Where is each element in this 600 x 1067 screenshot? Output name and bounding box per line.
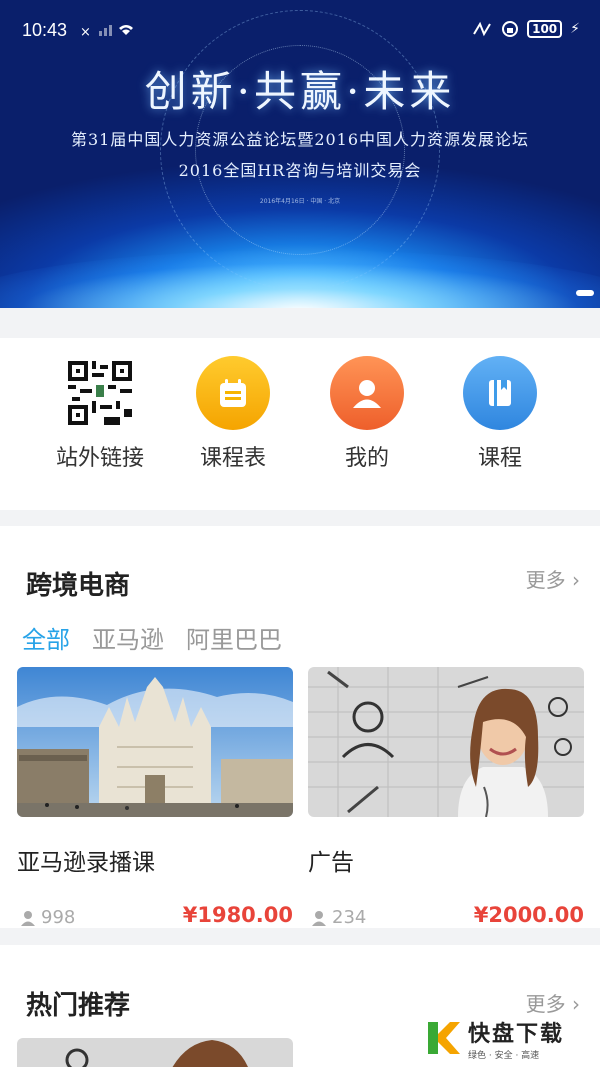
watermark-slogan: 绿色 · 安全 · 高速 <box>468 1050 540 1061</box>
course-card[interactable]: 广告 234 ¥2000.00 <box>308 667 584 933</box>
chevron-right-icon: › <box>572 992 580 1016</box>
quick-item-schedule[interactable]: 课程表 <box>163 356 303 472</box>
banner-small-text: 2016年4月16日 · 中国 · 北京 <box>259 198 341 205</box>
user-icon <box>312 910 326 926</box>
course-meta: 998 ¥1980.00 <box>17 903 293 933</box>
battery-icon: 100 <box>527 20 563 38</box>
qr-code-icon <box>63 356 137 430</box>
charging-icon: ⚡ <box>570 21 580 37</box>
user-icon <box>330 356 404 430</box>
course-name: 广告 <box>308 850 354 876</box>
course-price: ¥1980.00 <box>182 903 293 927</box>
carousel-indicator[interactable] <box>576 290 594 296</box>
nfc-icon <box>473 21 491 37</box>
quick-item-label: 站外链接 <box>55 446 144 471</box>
user-icon <box>21 910 35 926</box>
chevron-right-icon: › <box>572 568 580 592</box>
course-image <box>308 667 584 817</box>
course-image[interactable] <box>17 1038 293 1067</box>
more-label: 更多 <box>525 568 566 592</box>
k-logo-icon <box>428 1022 460 1054</box>
more-link[interactable]: 更多 › <box>526 988 580 1017</box>
course-card[interactable]: 亚马逊录播课 998 ¥1980.00 <box>17 667 293 933</box>
status-bar: 10:43 × 100 ⚡ <box>0 0 600 60</box>
watermark-text: 快盘下载 绿色 · 安全 · 高速 <box>468 1016 564 1061</box>
category-tabs: 全部 亚马逊 阿里巴巴 <box>22 620 282 655</box>
more-label: 更多 <box>525 992 566 1016</box>
course-name: 亚马逊录播课 <box>17 850 155 876</box>
section-title: 跨境电商 <box>26 571 131 601</box>
app-screen: 创新·共赢·未来 第31届中国人力资源公益论坛暨2016中国人力资源发展论坛 2… <box>0 0 600 1067</box>
course-price: ¥2000.00 <box>473 903 584 927</box>
view-count: 998 <box>21 907 75 928</box>
calendar-icon <box>196 356 270 430</box>
watermark-brand: 快盘下载 <box>468 1021 565 1047</box>
banner-subtitle: 第31届中国人力资源公益论坛暨2016中国人力资源发展论坛 <box>70 130 530 149</box>
status-icons: 100 ⚡ <box>471 20 580 38</box>
course-meta: 234 ¥2000.00 <box>308 903 584 933</box>
quick-menu: 站外链接 课程表 我的 课程 <box>0 338 600 510</box>
tab-alibaba[interactable]: 阿里巴巴 <box>186 620 282 655</box>
section-title: 热门推荐 <box>26 991 131 1021</box>
tab-all[interactable]: 全部 <box>22 620 70 655</box>
quick-item-course[interactable]: 课程 <box>430 356 570 472</box>
quick-item-external-link[interactable]: 站外链接 <box>30 356 170 472</box>
lock-rotation-icon <box>502 21 519 37</box>
quick-item-label: 我的 <box>344 446 389 471</box>
watermark-logo: 快盘下载 绿色 · 安全 · 高速 <box>424 1015 594 1061</box>
banner-title: 创新·共赢·未来 <box>144 67 456 116</box>
quick-item-mine[interactable]: 我的 <box>297 356 437 472</box>
clock: 10:43 <box>22 20 68 40</box>
signal-icon: × <box>80 22 135 40</box>
quick-item-label: 课程表 <box>199 446 266 471</box>
quick-item-label: 课程 <box>477 446 522 471</box>
banner-subtitle: 2016全国HR咨询与培训交易会 <box>178 161 422 180</box>
tab-amazon[interactable]: 亚马逊 <box>92 620 164 655</box>
more-link[interactable]: 更多 › <box>526 564 580 593</box>
banner-glow <box>0 250 600 308</box>
book-icon <box>463 356 537 430</box>
course-image <box>17 667 293 817</box>
view-count: 234 <box>312 907 366 928</box>
